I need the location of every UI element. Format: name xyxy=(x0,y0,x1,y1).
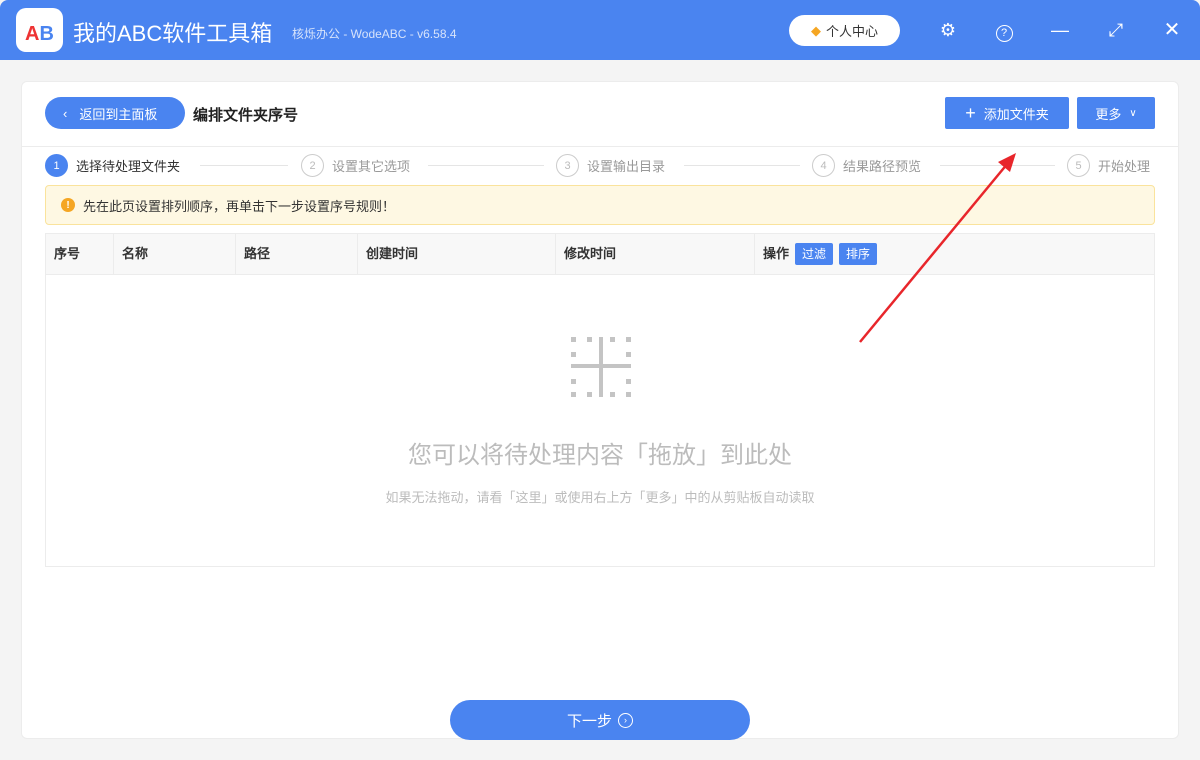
col-modified: 修改时间 xyxy=(556,234,755,274)
table-header: 序号 名称 路径 创建时间 修改时间 操作 过滤 排序 xyxy=(46,234,1154,275)
chevron-left-icon: ‹ xyxy=(63,105,68,121)
logo-b: B xyxy=(39,23,54,45)
filter-button[interactable]: 过滤 xyxy=(795,243,834,265)
settings-icon[interactable]: ⚙ xyxy=(936,18,960,42)
step-connector xyxy=(940,165,1055,166)
col-actions-label: 操作 xyxy=(763,246,790,261)
step-number: 3 xyxy=(556,154,579,177)
help-icon[interactable]: ? xyxy=(992,18,1016,42)
minimize-icon[interactable]: — xyxy=(1048,18,1072,42)
step-number: 1 xyxy=(45,154,68,177)
app-logo: AB xyxy=(16,8,63,52)
logo-a: A xyxy=(25,23,40,45)
step-label: 开始处理 xyxy=(1098,159,1151,174)
arrow-right-circle-icon: › xyxy=(618,712,633,728)
back-to-main-button[interactable]: ‹ 返回到主面板 xyxy=(45,97,185,129)
close-icon[interactable]: ✕ xyxy=(1160,18,1184,42)
step-4: 4 结果路径预览 xyxy=(812,154,921,177)
step-2: 2 设置其它选项 xyxy=(301,154,410,177)
sort-button[interactable]: 排序 xyxy=(839,243,878,265)
step-connector xyxy=(428,165,544,166)
drop-target-icon xyxy=(571,337,631,397)
dropzone-hint: 如果无法拖动，请看「这里」或使用右上方「更多」中的从剪贴板自动读取 xyxy=(385,490,815,505)
alert-text: 先在此页设置排列顺序，再单击下一步设置序号规则！ xyxy=(83,198,396,214)
more-label: 更多 xyxy=(1095,106,1122,122)
more-button[interactable]: 更多 ∨ xyxy=(1077,97,1155,129)
step-label: 选择待处理文件夹 xyxy=(76,159,181,174)
plus-icon: + xyxy=(965,102,976,123)
step-label: 设置其它选项 xyxy=(332,159,411,174)
step-connector xyxy=(200,165,288,166)
step-5: 5 开始处理 xyxy=(1067,154,1150,177)
title-bar: AB 我的ABC软件工具箱 核烁办公 - WodeABC - v6.58.4 ◆… xyxy=(0,0,1200,60)
chevron-down-icon: ∨ xyxy=(1129,107,1137,119)
user-center-button[interactable]: ◆ 个人中心 xyxy=(789,15,900,46)
col-name: 名称 xyxy=(114,234,236,274)
col-index: 序号 xyxy=(46,234,114,274)
step-number: 4 xyxy=(812,154,835,177)
divider xyxy=(22,146,1178,147)
page-title: 编排文件夹序号 xyxy=(193,107,299,124)
col-created: 创建时间 xyxy=(358,234,556,274)
col-actions: 操作 过滤 排序 xyxy=(755,234,1154,274)
step-3: 3 设置输出目录 xyxy=(556,154,665,177)
file-table[interactable]: 序号 名称 路径 创建时间 修改时间 操作 过滤 排序 您可以将待处理内容「拖放」到… xyxy=(45,233,1155,567)
add-folder-label: 添加文件夹 xyxy=(983,106,1049,122)
step-label: 结果路径预览 xyxy=(843,159,922,174)
step-label: 设置输出目录 xyxy=(587,159,666,174)
app-title: 我的ABC软件工具箱 xyxy=(73,21,273,46)
dropzone-title: 您可以将待处理内容「拖放」到此处 xyxy=(408,442,792,469)
step-1: 1 选择待处理文件夹 xyxy=(45,154,180,177)
info-alert: ! 先在此页设置排列顺序，再单击下一步设置序号规则！ xyxy=(45,185,1155,225)
maximize-icon[interactable]: ⤢ xyxy=(1104,18,1128,42)
step-connector xyxy=(684,165,800,166)
col-path: 路径 xyxy=(236,234,358,274)
warning-icon: ! xyxy=(61,198,75,212)
next-label: 下一步 xyxy=(566,712,612,730)
add-folder-button[interactable]: + 添加文件夹 xyxy=(945,97,1069,129)
diamond-icon: ◆ xyxy=(810,22,821,38)
step-number: 5 xyxy=(1067,154,1090,177)
app-subtitle: 核烁办公 - WodeABC - v6.58.4 xyxy=(292,27,457,41)
back-label: 返回到主面板 xyxy=(79,106,158,122)
step-number: 2 xyxy=(301,154,324,177)
next-step-button[interactable]: 下一步 › xyxy=(450,700,750,740)
user-center-label: 个人中心 xyxy=(825,24,878,39)
